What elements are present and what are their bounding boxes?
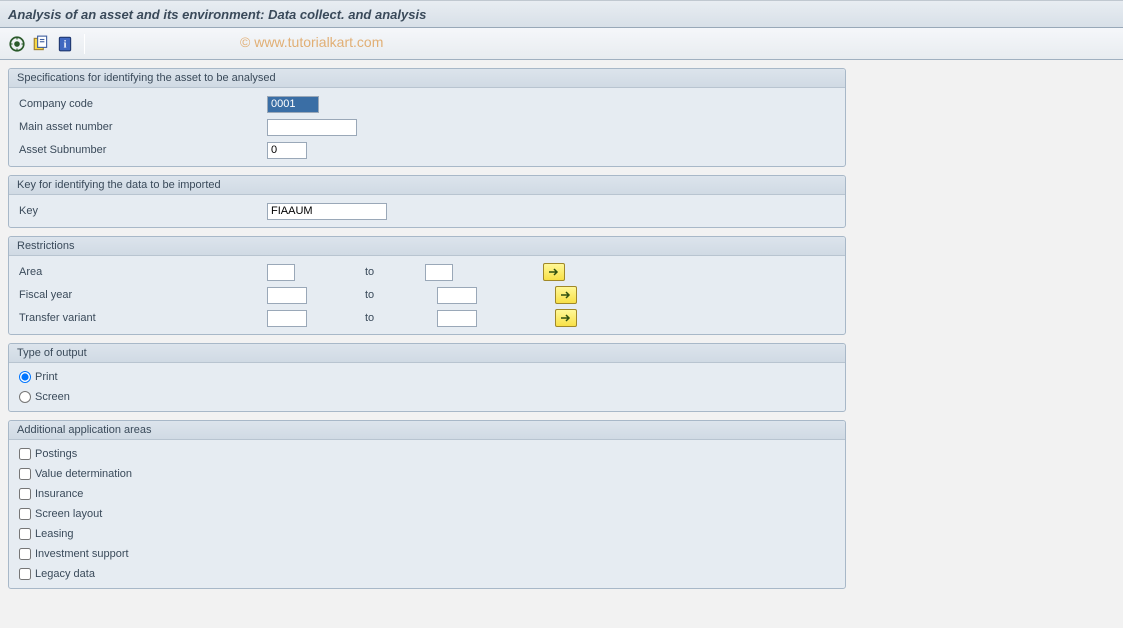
group-specifications: Specifications for identifying the asset… xyxy=(8,68,846,167)
asset-subnumber-label: Asset Subnumber xyxy=(17,144,267,156)
group-header-key: Key for identifying the data to be impor… xyxy=(9,176,845,195)
insurance-checkbox[interactable] xyxy=(19,488,31,500)
leasing-label: Leasing xyxy=(35,528,74,540)
fiscal-to-label: to xyxy=(307,289,437,301)
transfer-to-label: to xyxy=(307,312,437,324)
info-icon[interactable]: i xyxy=(56,35,74,53)
asset-subnumber-input[interactable] xyxy=(267,142,307,159)
area-to-label: to xyxy=(295,266,425,278)
fiscal-multiple-selection-button[interactable] xyxy=(555,286,577,304)
transfer-from-input[interactable] xyxy=(267,310,307,327)
value-determination-label: Value determination xyxy=(35,468,132,480)
legacy-data-checkbox[interactable] xyxy=(19,568,31,580)
fiscal-year-label: Fiscal year xyxy=(17,289,267,301)
value-determination-checkbox[interactable] xyxy=(19,468,31,480)
variant-icon[interactable] xyxy=(32,35,50,53)
screen-radio-row[interactable]: Screen xyxy=(17,387,837,407)
leasing-checkbox[interactable] xyxy=(19,528,31,540)
screen-layout-label: Screen layout xyxy=(35,508,102,520)
group-key: Key for identifying the data to be impor… xyxy=(8,175,846,228)
legacy-data-label: Legacy data xyxy=(35,568,95,580)
execute-icon[interactable] xyxy=(8,35,26,53)
fiscal-to-input[interactable] xyxy=(437,287,477,304)
group-header-restrictions: Restrictions xyxy=(9,237,845,256)
key-input[interactable] xyxy=(267,203,387,220)
group-restrictions: Restrictions Area to Fiscal year to Tran… xyxy=(8,236,846,335)
title-bar: Analysis of an asset and its environment… xyxy=(0,0,1123,28)
postings-check-row[interactable]: Postings xyxy=(17,444,837,464)
investment-support-label: Investment support xyxy=(35,548,129,560)
value-determination-check-row[interactable]: Value determination xyxy=(17,464,837,484)
print-radio-row[interactable]: Print xyxy=(17,367,837,387)
area-to-input[interactable] xyxy=(425,264,453,281)
investment-support-checkbox[interactable] xyxy=(19,548,31,560)
leasing-check-row[interactable]: Leasing xyxy=(17,524,837,544)
group-header-additional: Additional application areas xyxy=(9,421,845,440)
legacy-data-check-row[interactable]: Legacy data xyxy=(17,564,837,584)
transfer-multiple-selection-button[interactable] xyxy=(555,309,577,327)
transfer-variant-label: Transfer variant xyxy=(17,312,267,324)
area-from-input[interactable] xyxy=(267,264,295,281)
fiscal-from-input[interactable] xyxy=(267,287,307,304)
print-radio[interactable] xyxy=(19,371,31,383)
insurance-label: Insurance xyxy=(35,488,83,500)
group-header-spec: Specifications for identifying the asset… xyxy=(9,69,845,88)
print-label: Print xyxy=(35,371,58,383)
toolbar-divider xyxy=(84,34,85,54)
main-asset-input[interactable] xyxy=(267,119,357,136)
svg-text:i: i xyxy=(64,39,67,50)
toolbar: i © www.tutorialkart.com xyxy=(0,28,1123,60)
watermark: © www.tutorialkart.com xyxy=(240,34,383,50)
screen-layout-check-row[interactable]: Screen layout xyxy=(17,504,837,524)
screen-layout-checkbox[interactable] xyxy=(19,508,31,520)
transfer-to-input[interactable] xyxy=(437,310,477,327)
screen-radio[interactable] xyxy=(19,391,31,403)
screen-label: Screen xyxy=(35,391,70,403)
page-title: Analysis of an asset and its environment… xyxy=(8,7,426,22)
postings-checkbox[interactable] xyxy=(19,448,31,460)
company-code-input[interactable] xyxy=(267,96,319,113)
content-area: Specifications for identifying the asset… xyxy=(0,60,1123,605)
area-multiple-selection-button[interactable] xyxy=(543,263,565,281)
insurance-check-row[interactable]: Insurance xyxy=(17,484,837,504)
group-output: Type of output Print Screen xyxy=(8,343,846,412)
postings-label: Postings xyxy=(35,448,77,460)
area-label: Area xyxy=(17,266,267,278)
company-code-label: Company code xyxy=(17,98,267,110)
investment-support-check-row[interactable]: Investment support xyxy=(17,544,837,564)
main-asset-label: Main asset number xyxy=(17,121,267,133)
group-additional: Additional application areas Postings Va… xyxy=(8,420,846,589)
group-header-output: Type of output xyxy=(9,344,845,363)
key-label: Key xyxy=(17,205,267,217)
